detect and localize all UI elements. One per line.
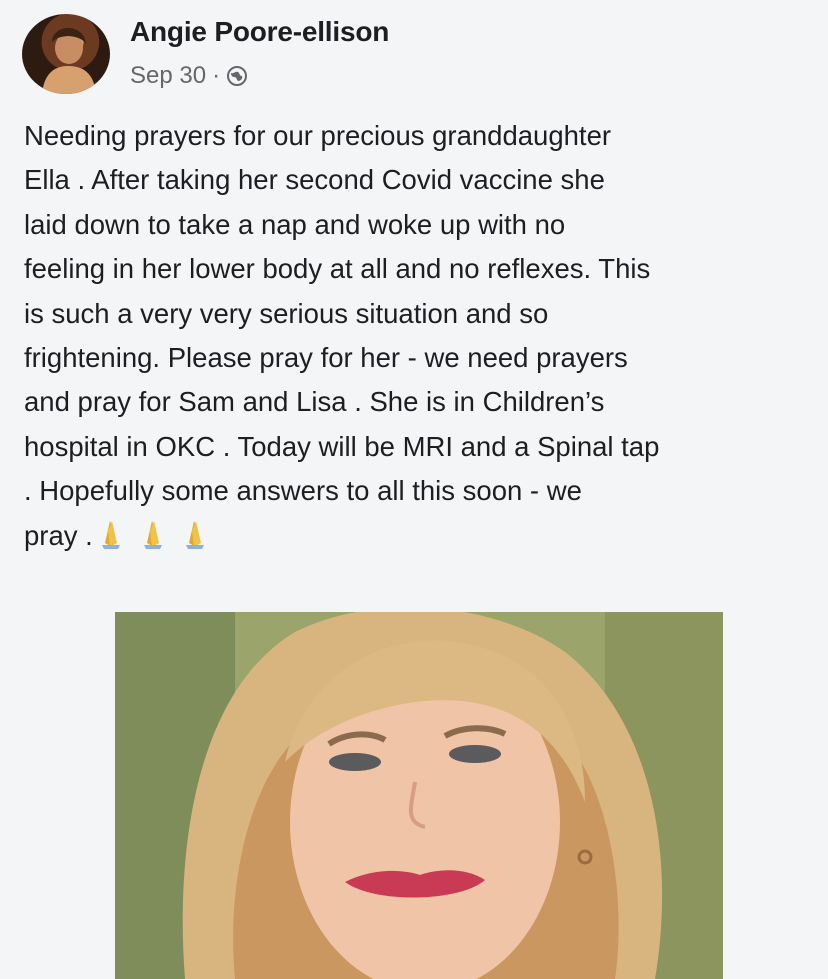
post-date[interactable]: Sep 30 (130, 62, 206, 90)
facebook-post: Angie Poore-ellison Sep 30 · Needing pra… (0, 0, 828, 979)
emoji-group (100, 520, 226, 551)
praying-hands-icon (144, 520, 163, 549)
meta-separator: · (212, 62, 221, 89)
post-body: Needing prayers for our precious grandda… (24, 114, 814, 558)
post-meta: Sep 30 · (130, 62, 248, 90)
author-name[interactable]: Angie Poore-ellison (130, 16, 389, 48)
globe-icon (227, 66, 248, 86)
post-photo[interactable] (115, 612, 723, 979)
praying-hands-icon (186, 520, 205, 549)
post-text: Needing prayers for our precious grandda… (24, 120, 660, 551)
avatar[interactable] (22, 14, 110, 94)
praying-hands-icon (102, 520, 121, 549)
